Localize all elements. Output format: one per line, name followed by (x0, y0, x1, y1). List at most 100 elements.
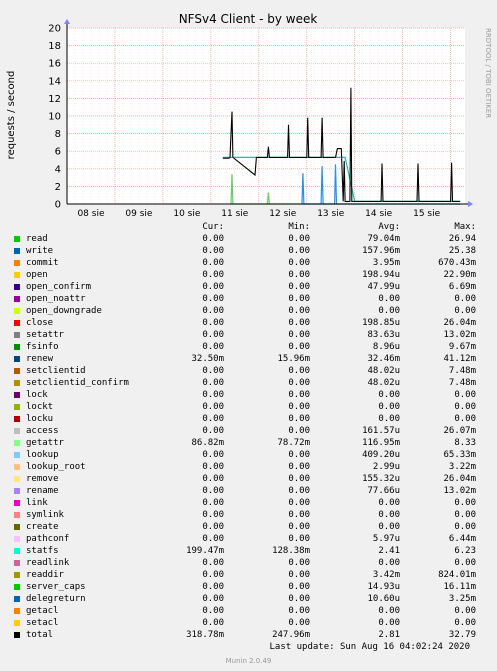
legend-min: 0.00 (288, 594, 310, 604)
legend-cur: 0.00 (202, 270, 224, 280)
legend-row: setattr 0.00 0.00 83.63u 13.02m (0, 330, 497, 342)
legend-swatch (14, 548, 20, 554)
legend-min: 247.96m (272, 630, 310, 640)
legend-max: 8.33 (454, 438, 476, 448)
legend-min: 0.00 (288, 462, 310, 472)
legend-name: setacl (26, 618, 59, 628)
legend-header-cur: Cur: (202, 222, 224, 232)
y-tick-label: 14 (48, 76, 61, 87)
legend-cur: 0.00 (202, 534, 224, 544)
y-axis-arrow (64, 19, 70, 24)
legend-cur: 0.00 (202, 618, 224, 628)
legend-swatch (14, 344, 20, 350)
y-tick-label: 0 (55, 200, 61, 211)
legend-min: 0.00 (288, 618, 310, 628)
y-tick-label: 8 (55, 129, 61, 140)
legend-min: 128.38m (272, 546, 310, 556)
legend-cur: 0.00 (202, 474, 224, 484)
legend-min: 0.00 (288, 426, 310, 436)
legend-row: getacl 0.00 0.00 0.00 0.00 (0, 606, 497, 618)
legend-min: 0.00 (288, 366, 310, 376)
legend-max: 26.04m (443, 318, 476, 328)
legend-max: 6.23 (454, 546, 476, 556)
legend-swatch (14, 632, 20, 638)
y-tick-label: 20 (48, 24, 61, 35)
x-axis-arrow (468, 201, 473, 207)
legend-swatch (14, 368, 20, 374)
x-tick-label: 08 sie (77, 209, 105, 219)
legend-cur: 0.00 (202, 306, 224, 316)
legend-max: 0.00 (454, 414, 476, 424)
legend-min: 0.00 (288, 294, 310, 304)
legend-name: open_noattr (26, 294, 86, 304)
y-tick-label: 2 (55, 182, 61, 193)
legend-swatch (14, 488, 20, 494)
legend-swatch (14, 404, 20, 410)
legend-min: 0.00 (288, 330, 310, 340)
legend-row: fsinfo 0.00 0.00 8.96u 9.67m (0, 342, 497, 354)
legend-cur: 0.00 (202, 390, 224, 400)
legend-row: create 0.00 0.00 0.00 0.00 (0, 522, 497, 534)
legend-cur: 0.00 (202, 486, 224, 496)
legend-max: 0.00 (454, 402, 476, 412)
legend-row: renew 32.50m 15.96m 32.46m 41.12m (0, 354, 497, 366)
y-tick-label: 6 (55, 147, 61, 158)
legend-swatch (14, 560, 20, 566)
legend-cur: 0.00 (202, 330, 224, 340)
legend-min: 0.00 (288, 258, 310, 268)
legend-row: close 0.00 0.00 198.85u 26.04m (0, 318, 497, 330)
legend-row: getattr 86.82m 78.72m 116.95m 8.33 (0, 438, 497, 450)
legend-row: open 0.00 0.00 198.94u 22.90m (0, 270, 497, 282)
legend-cur: 199.47m (186, 546, 224, 556)
legend-name: delegreturn (26, 594, 86, 604)
legend-row: setclientid 0.00 0.00 48.02u 7.48m (0, 366, 497, 378)
legend-min: 15.96m (277, 354, 310, 364)
legend-name: setclientid (26, 366, 86, 376)
legend-name: pathconf (26, 534, 70, 544)
legend-min: 0.00 (288, 270, 310, 280)
legend-swatch (14, 428, 20, 434)
last-update: Last update: Sun Aug 16 04:02:24 2020 (269, 642, 470, 652)
x-tick-label: 13 sie (317, 209, 345, 219)
legend-name: create (26, 522, 59, 532)
legend-min: 0.00 (288, 474, 310, 484)
legend-swatch (14, 260, 20, 266)
legend-row: read 0.00 0.00 79.04m 26.94 (0, 234, 497, 246)
legend-max: 3.22m (448, 462, 476, 472)
legend-name: locku (26, 414, 54, 424)
legend-max: 32.79 (448, 630, 476, 640)
legend-swatch (14, 380, 20, 386)
legend-cur: 0.00 (202, 450, 224, 460)
legend-cur: 0.00 (202, 582, 224, 592)
version-label: Munin 2.0.49 (225, 657, 272, 665)
legend-name: total (26, 630, 54, 640)
legend-name: open_confirm (26, 282, 92, 292)
legend-row: write 0.00 0.00 157.96m 25.38 (0, 246, 497, 258)
legend-max: 0.00 (454, 522, 476, 532)
legend-swatch (14, 572, 20, 578)
legend-max: 26.94 (448, 234, 476, 244)
legend-cur: 0.00 (202, 570, 224, 580)
legend-min: 0.00 (288, 306, 310, 316)
legend-min: 0.00 (288, 582, 310, 592)
legend-swatch (14, 236, 20, 242)
legend-name: server_caps (26, 582, 86, 592)
legend-min: 0.00 (288, 318, 310, 328)
legend-swatch (14, 500, 20, 506)
legend-cur: 0.00 (202, 366, 224, 376)
legend-swatch (14, 356, 20, 362)
legend-cur: 0.00 (202, 282, 224, 292)
legend-name: open (26, 270, 48, 280)
legend-swatch (14, 440, 20, 446)
legend-name: commit (26, 258, 59, 268)
legend-max: 0.00 (454, 558, 476, 568)
legend-swatch (14, 320, 20, 326)
legend-row: rename 0.00 0.00 77.66u 13.02m (0, 486, 497, 498)
legend-swatch (14, 452, 20, 458)
legend-min: 0.00 (288, 414, 310, 424)
legend-swatch (14, 296, 20, 302)
legend-swatch (14, 596, 20, 602)
legend-min: 0.00 (288, 606, 310, 616)
legend-name: getattr (26, 438, 64, 448)
legend-max: 7.48m (448, 366, 476, 376)
